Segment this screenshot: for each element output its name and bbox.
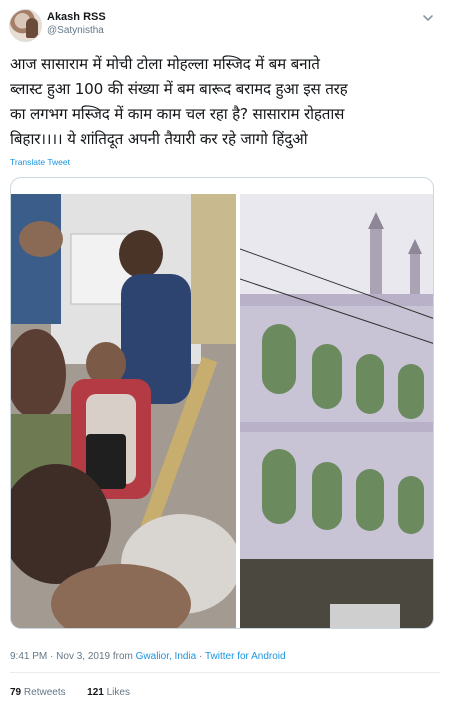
tweet-text-line: आज सासाराम में मोची टोला मोहल्ला मस्जिद …	[10, 55, 320, 73]
tweet-date[interactable]: Nov 3, 2019	[56, 651, 110, 662]
likes-count[interactable]: 121	[87, 687, 104, 698]
user-handle[interactable]: @Satynistha	[47, 25, 104, 36]
meta-separator: ·	[50, 651, 54, 662]
meta-separator: ·	[199, 651, 203, 662]
photo-injured-man[interactable]	[11, 194, 236, 628]
tweet-meta: 9:41 PM · Nov 3, 2019 from Gwalior, Indi…	[10, 651, 286, 662]
tweet-stats: 79 Retweets 121 Likes	[10, 687, 130, 698]
photo-left-drawing	[11, 194, 236, 628]
photo-right-drawing	[240, 194, 433, 628]
chevron-down-icon[interactable]	[420, 10, 436, 26]
divider	[10, 672, 440, 673]
tweet-time[interactable]: 9:41 PM	[10, 651, 47, 662]
photo-building[interactable]	[240, 194, 433, 628]
tweet-card: Akash RSS @Satynistha आज सासाराम में मोच…	[0, 0, 450, 706]
meta-from-word: from	[112, 651, 133, 662]
retweets-count[interactable]: 79	[10, 687, 21, 698]
tweet-text-line: ब्लास्ट हुआ 100 की संख्या में बम बारूद ब…	[10, 80, 348, 98]
tweet-location-link[interactable]: Gwalior, India	[136, 651, 197, 662]
translate-tweet-link[interactable]: Translate Tweet	[10, 157, 70, 167]
tweet-text-line: का लगभग मस्जिद में काम काम चल रहा है? सा…	[10, 105, 345, 123]
tweet-text: आज सासाराम में मोची टोला मोहल्ला मस्जिद …	[10, 52, 442, 152]
tweet-client-link[interactable]: Twitter for Android	[205, 651, 286, 662]
media-container[interactable]	[10, 177, 434, 629]
likes-label[interactable]: Likes	[107, 687, 130, 698]
retweets-label[interactable]: Retweets	[24, 687, 66, 698]
display-name[interactable]: Akash RSS	[47, 11, 106, 23]
avatar[interactable]	[9, 9, 42, 42]
tweet-text-line: बिहार।।।। ये शांतिदूत अपनी तैयारी कर रहे…	[10, 130, 308, 148]
